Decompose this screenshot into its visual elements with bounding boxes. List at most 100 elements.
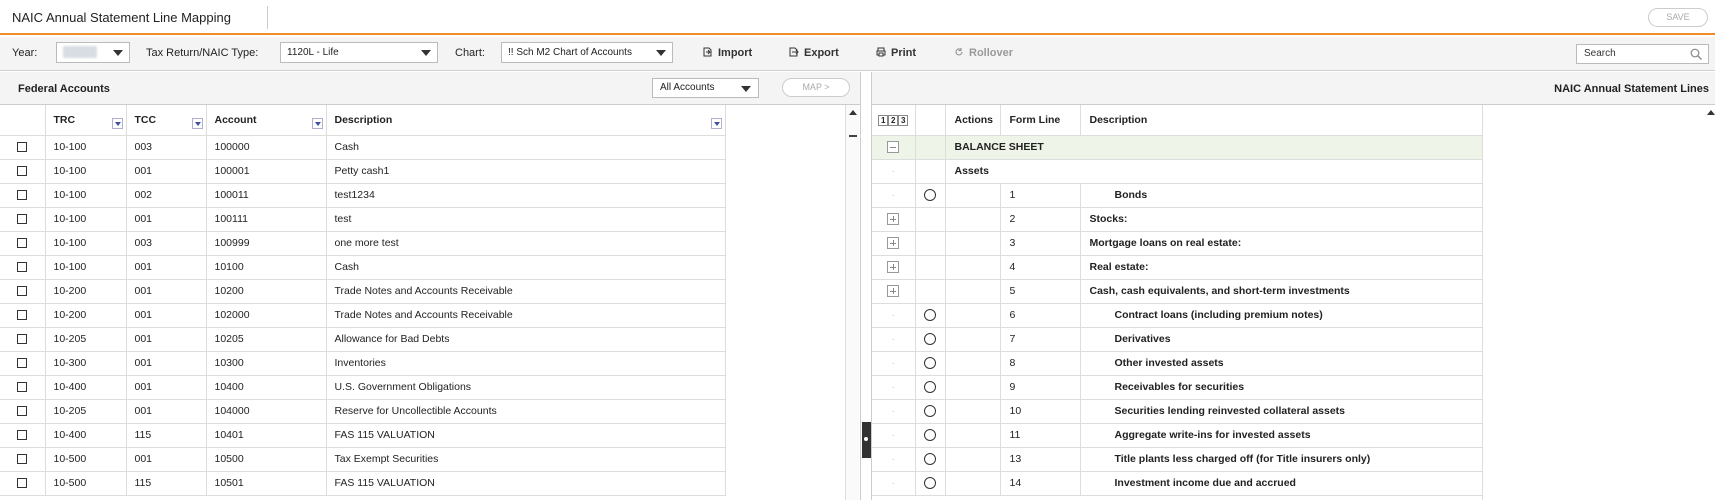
table-row[interactable]: · 13 Title plants less charged off (for Ti… [872,447,1483,472]
level-1-button[interactable]: 1 [878,114,889,126]
level-3-button[interactable]: 3 [898,114,909,126]
expand-icon[interactable] [887,261,900,274]
table-row[interactable]: 10-300 001 10300 Inventories [0,351,726,376]
table-row[interactable]: 2 Stocks: [872,207,1483,232]
expand-icon[interactable] [887,285,900,298]
row-checkbox[interactable] [17,334,27,345]
radio-cell [915,255,946,280]
tree-dot-icon: · [891,407,895,416]
filter-icon[interactable] [710,118,722,129]
table-row[interactable]: · 10 Securities lending reinvested collate… [872,399,1483,424]
row-checkbox[interactable] [17,190,27,201]
row-checkbox[interactable] [17,238,27,249]
panel-splitter[interactable] [860,72,872,500]
tax-type-select[interactable]: 1120L - Life [280,42,438,63]
right-scrollbar[interactable] [1706,105,1715,500]
import-button[interactable]: Import [703,47,752,59]
expand-icon[interactable] [887,237,900,250]
level-2-button[interactable]: 2 [888,114,899,126]
select-radio[interactable] [924,381,936,394]
table-row[interactable]: 10-205 001 104000 Reserve for Uncollectible… [0,399,726,424]
table-row[interactable]: · 11 Aggregate write-ins for invested asse… [872,423,1483,448]
table-row[interactable]: 5 Cash, cash equivalents, and short-term … [872,279,1483,304]
form-line-cell: 8 [1000,351,1081,376]
row-checkbox-cell [0,207,46,232]
row-checkbox[interactable] [17,358,27,369]
row-checkbox[interactable] [17,142,27,153]
form-line-cell: 9 [1000,375,1081,400]
table-row[interactable]: 10-400 115 10401 FAS 115 VALUATION [0,423,726,448]
row-checkbox[interactable] [17,166,27,177]
select-radio[interactable] [924,429,936,442]
table-row[interactable]: 4 Real estate: [872,255,1483,280]
scroll-thumb[interactable] [849,135,857,137]
select-radio[interactable] [924,405,936,418]
scroll-up-icon[interactable] [849,110,857,115]
table-row[interactable]: · Assets [872,159,1483,184]
search-input[interactable]: Search [1576,44,1709,64]
collapse-icon[interactable] [887,141,900,154]
table-row[interactable]: 10-100 001 100001 Petty cash1 [0,159,726,184]
select-radio[interactable] [924,453,936,466]
row-checkbox[interactable] [17,214,27,225]
export-button[interactable]: Export [789,47,839,59]
row-checkbox[interactable] [17,454,27,465]
filter-icon[interactable] [111,118,123,129]
table-row[interactable]: 10-200 001 102000 Trade Notes and Accounts … [0,303,726,328]
select-radio[interactable] [924,333,936,346]
table-row[interactable]: 10-400 001 10400 U.S. Government Obligation… [0,375,726,400]
rollover-button[interactable]: Rollover [954,47,1013,59]
row-checkbox[interactable] [17,286,27,297]
accounts-filter-select[interactable]: All Accounts [652,78,759,98]
table-row[interactable]: BALANCE SHEET [872,135,1483,160]
column-header-account[interactable]: Account [206,105,327,136]
chart-select[interactable]: !! Sch M2 Chart of Accounts [501,42,673,63]
description-cell: Reserve for Uncollectible Accounts [326,399,726,424]
account-cell: 10200 [206,279,327,304]
table-row[interactable]: 10-500 115 10501 FAS 115 VALUATION [0,471,726,496]
print-button[interactable]: Print [876,47,916,59]
table-row[interactable]: · 1 Bonds [872,183,1483,208]
table-row[interactable]: 10-100 001 100111 test [0,207,726,232]
expand-icon[interactable] [887,213,900,226]
radio-cell [915,327,946,352]
select-radio[interactable] [924,309,936,322]
table-row[interactable]: 10-100 003 100999 one more test [0,231,726,256]
scroll-up-icon[interactable] [1707,110,1715,115]
table-row[interactable]: 10-100 002 100011 test1234 [0,183,726,208]
table-row[interactable]: 10-500 001 10500 Tax Exempt Securities [0,447,726,472]
column-header-tcc[interactable]: TCC [126,105,207,136]
table-row[interactable]: · 7 Derivatives [872,327,1483,352]
splitter-handle-icon[interactable] [862,422,871,458]
tax-type-label: Tax Return/NAIC Type: [146,47,259,59]
trc-cell: 10-100 [45,207,127,232]
table-row[interactable]: 3 Mortgage loans on real estate: [872,231,1483,256]
table-row[interactable]: 10-205 001 10205 Allowance for Bad Debts [0,327,726,352]
table-row[interactable]: 10-100 001 10100 Cash [0,255,726,280]
row-checkbox[interactable] [17,262,27,273]
table-row[interactable]: · 14 Investment income due and accrued [872,471,1483,496]
map-button[interactable]: MAP > [782,78,850,97]
year-select[interactable] [56,42,130,63]
select-radio[interactable] [924,189,936,202]
app-header: NAIC Annual Statement Line Mapping SAVE [0,0,1715,35]
filter-icon[interactable] [311,118,323,129]
column-header-description[interactable]: Description [326,105,726,136]
row-checkbox[interactable] [17,382,27,393]
select-radio[interactable] [924,357,936,370]
column-header-trc[interactable]: TRC [45,105,127,136]
tree-cell: · [872,159,916,184]
table-row[interactable]: · 9 Receivables for securities [872,375,1483,400]
table-row[interactable]: · 8 Other invested assets [872,351,1483,376]
left-scrollbar[interactable] [845,105,859,500]
table-row[interactable]: 10-100 003 100000 Cash [0,135,726,160]
filter-icon[interactable] [191,118,203,129]
row-checkbox[interactable] [17,430,27,441]
table-row[interactable]: · 6 Contract loans (including premium note… [872,303,1483,328]
row-checkbox[interactable] [17,478,27,489]
select-radio[interactable] [924,477,936,490]
row-checkbox[interactable] [17,310,27,321]
row-checkbox[interactable] [17,406,27,417]
save-button[interactable]: SAVE [1648,8,1708,27]
table-row[interactable]: 10-200 001 10200 Trade Notes and Accounts R… [0,279,726,304]
